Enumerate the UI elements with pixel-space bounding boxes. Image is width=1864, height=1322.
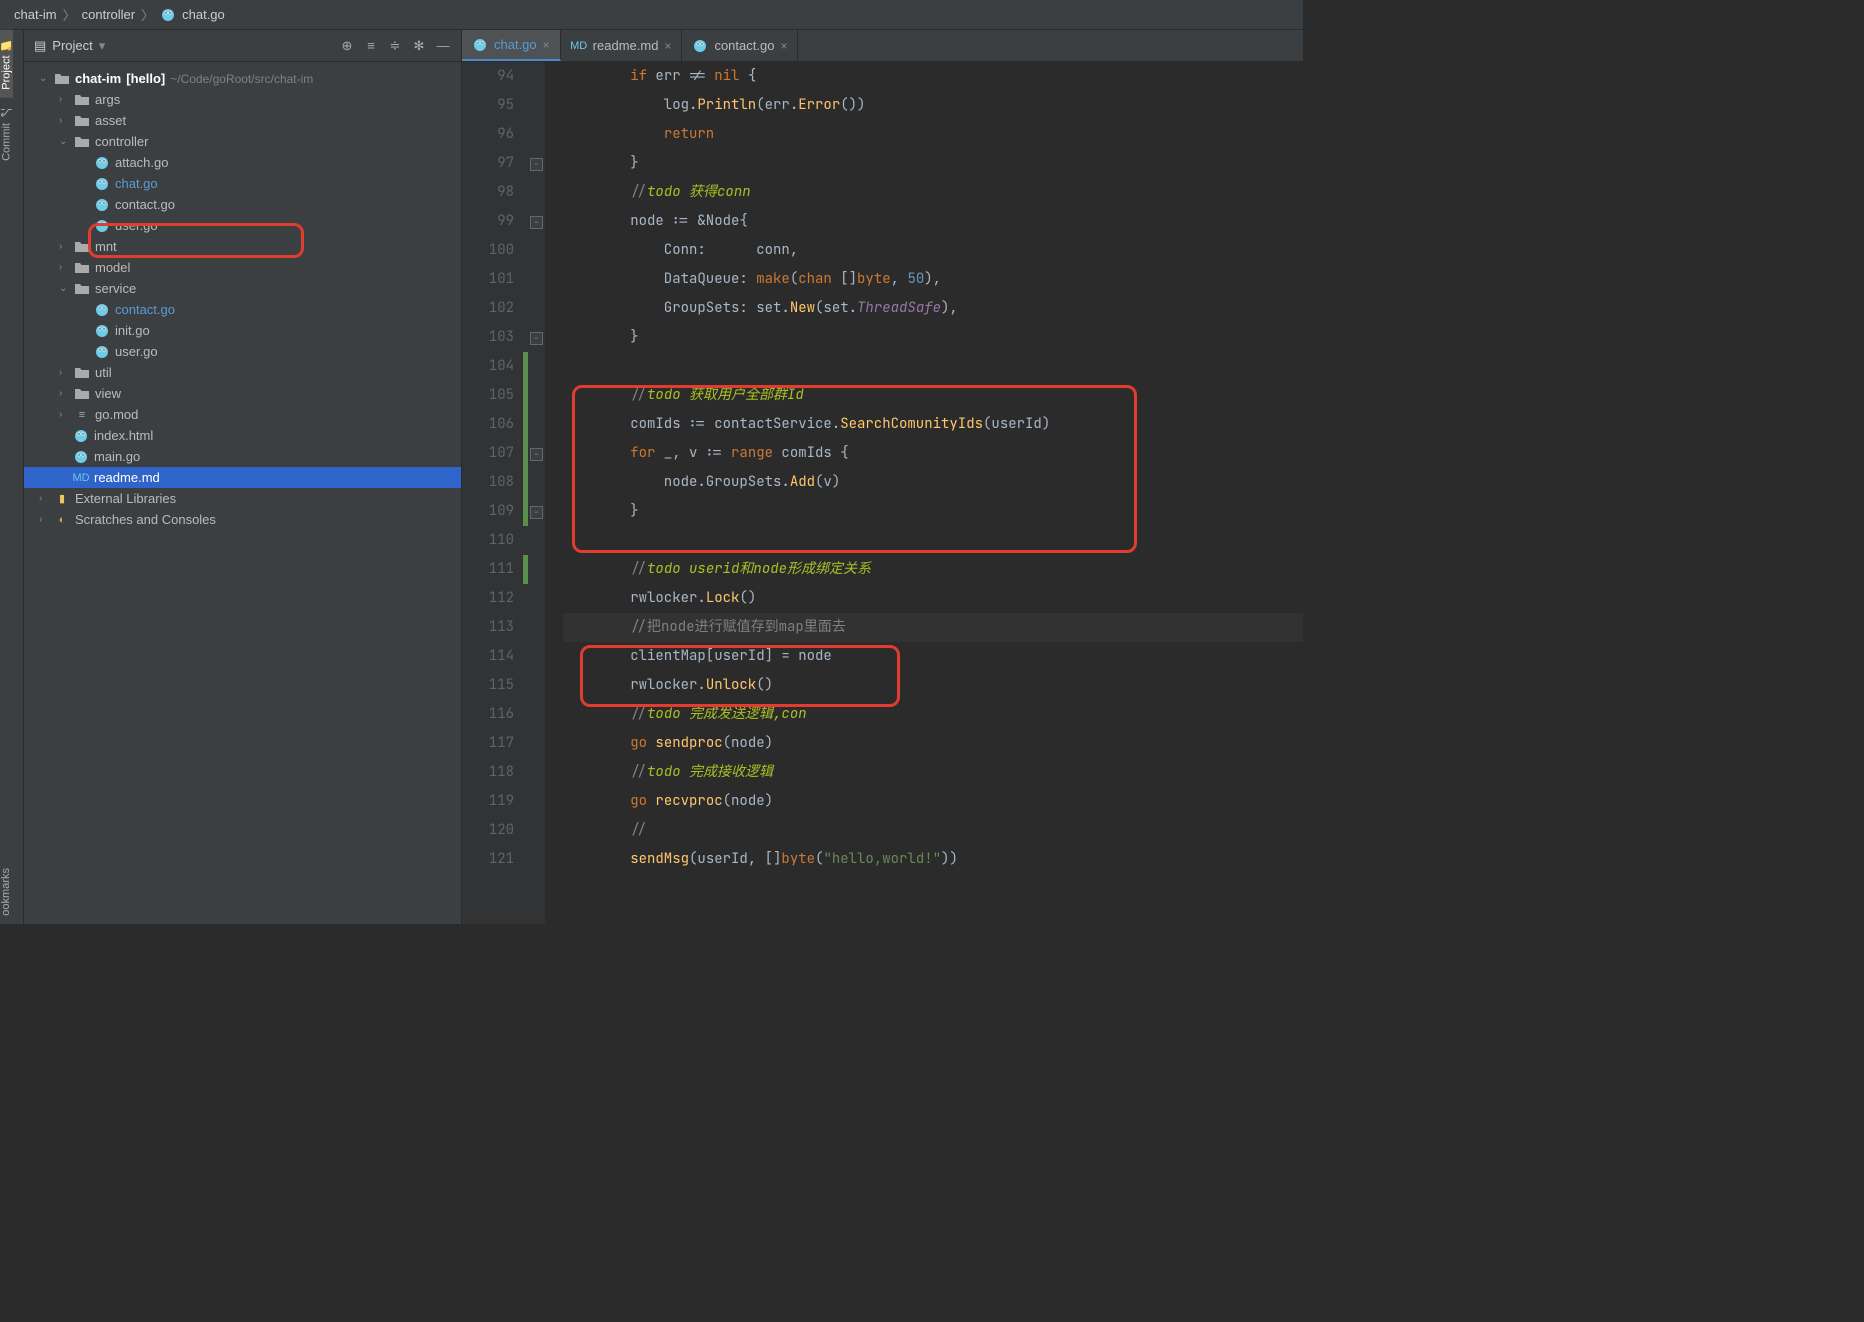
tab-contact[interactable]: contact.go× [682,30,798,61]
tree-ext-lib[interactable]: ›▮External Libraries [24,488,461,509]
rail-bookmarks[interactable]: ookmarks [0,860,12,924]
tree-dir-asset[interactable]: ›asset [24,110,461,131]
tree-dir-args[interactable]: ›args [24,89,461,110]
go-file-icon [94,155,110,171]
go-file-icon [73,449,89,465]
folder-icon [74,365,90,381]
breadcrumb-item[interactable]: controller [82,7,135,22]
folder-icon [74,239,90,255]
tree-file-s-contact[interactable]: contact.go [24,299,461,320]
md-file-icon: MD [571,38,587,54]
tree-file-attach[interactable]: attach.go [24,152,461,173]
folder-icon [74,92,90,108]
tree-file-s-init[interactable]: init.go [24,320,461,341]
tree-file-chat[interactable]: chat.go [24,173,461,194]
md-file-icon: MD [73,470,89,486]
change-strip [522,62,530,924]
breadcrumb-item[interactable]: chat.go [182,7,225,22]
breadcrumb: chat-im 〉 controller 〉 chat.go [0,0,1303,30]
go-file-icon [692,38,708,54]
expand-icon[interactable]: ≡ [363,38,379,54]
go-file-icon [160,7,176,23]
tree-dir-mnt[interactable]: ›mnt [24,236,461,257]
go-file-icon [73,428,89,444]
chevron-right-icon: 〉 [63,5,76,24]
tree-dir-service[interactable]: ⌄service [24,278,461,299]
fold-icon[interactable]: − [530,506,543,519]
folder-icon [54,71,70,87]
tree-file-gomod[interactable]: ›≡go.mod [24,404,461,425]
fold-strip: − − − − − [530,62,545,924]
collapse-icon[interactable]: ≑ [387,38,403,54]
close-icon[interactable]: × [780,39,787,53]
gutter: 9495969798991001011021031041051061071081… [462,62,522,924]
go-file-icon [94,323,110,339]
project-tree[interactable]: ⌄chat-im [hello] ~/Code/goRoot/src/chat-… [24,62,461,924]
fold-icon[interactable]: − [530,158,543,171]
tree-file-user[interactable]: user.go [24,215,461,236]
tree-dir-model[interactable]: ›model [24,257,461,278]
tab-chat[interactable]: chat.go× [462,30,561,61]
folder-icon [74,260,90,276]
chevron-right-icon: 〉 [141,5,154,24]
tree-file-index[interactable]: index.html [24,425,461,446]
tree-scratches[interactable]: ›◐Scratches and Consoles [24,509,461,530]
sidebar-title[interactable]: ▤ Project ▾ [34,38,331,54]
fold-icon[interactable]: − [530,448,543,461]
go-file-icon [94,197,110,213]
code-area[interactable]: 9495969798991001011021031041051061071081… [462,62,1303,924]
tree-file-s-user[interactable]: user.go [24,341,461,362]
go-file-icon [94,302,110,318]
folder-icon [74,134,90,150]
tool-rail: Project📁 Commit⎇ ookmarks [0,30,24,924]
close-icon[interactable]: × [543,38,550,52]
folder-icon [74,113,90,129]
code-content[interactable]: if err != nil { log.Println(err.Error())… [545,62,1303,924]
go-file-icon [94,344,110,360]
tree-dir-util[interactable]: ›util [24,362,461,383]
rail-project[interactable]: Project📁 [0,30,13,98]
project-sidebar: ▤ Project ▾ ⊕ ≡ ≑ ✻ — ⌄chat-im [hello] ~… [24,30,462,924]
mod-file-icon: ≡ [74,407,90,423]
tree-root[interactable]: ⌄chat-im [hello] ~/Code/goRoot/src/chat-… [24,68,461,89]
breadcrumb-item[interactable]: chat-im [14,7,57,22]
go-file-icon [94,218,110,234]
tree-file-main[interactable]: main.go [24,446,461,467]
rail-commit[interactable]: Commit⎇ [0,98,13,169]
go-file-icon [94,176,110,192]
gear-icon[interactable]: ✻ [411,38,427,54]
fold-icon[interactable]: − [530,216,543,229]
close-icon[interactable]: × [664,39,671,53]
folder-icon [74,281,90,297]
tree-dir-controller[interactable]: ⌄controller [24,131,461,152]
scratch-icon: ◐ [54,512,70,528]
locate-icon[interactable]: ⊕ [339,38,355,54]
folder-icon [74,386,90,402]
tab-readme[interactable]: MDreadme.md× [561,30,683,61]
project-icon: ▤ [34,38,46,54]
go-file-icon [472,37,488,53]
tree-file-contact[interactable]: contact.go [24,194,461,215]
fold-icon[interactable]: − [530,332,543,345]
editor: chat.go× MDreadme.md× contact.go× 949596… [462,30,1303,924]
tree-file-readme[interactable]: MDreadme.md [24,467,461,488]
tree-dir-view[interactable]: ›view [24,383,461,404]
library-icon: ▮ [54,491,70,507]
tab-bar: chat.go× MDreadme.md× contact.go× [462,30,1303,62]
dropdown-icon: ▾ [99,38,106,54]
hide-icon[interactable]: — [435,38,451,54]
